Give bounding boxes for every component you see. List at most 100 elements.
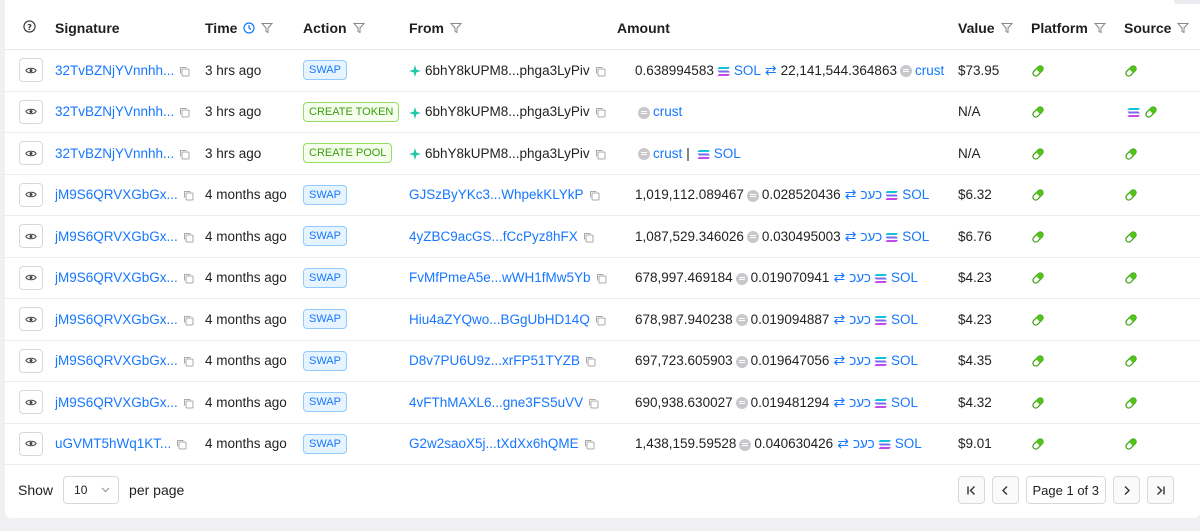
copy-icon[interactable] <box>579 436 595 451</box>
token-out-link[interactable]: SOL <box>902 187 929 202</box>
platform-pill-icon[interactable] <box>1031 63 1045 78</box>
copy-icon[interactable] <box>171 436 187 451</box>
platform-pill-icon[interactable] <box>1031 187 1045 202</box>
copy-icon[interactable] <box>178 353 194 368</box>
table-row[interactable]: jM9S6QRVXGbGx... 4 months ago SWAP 4vFThMAX… <box>5 381 1200 424</box>
copy-icon[interactable] <box>590 63 606 78</box>
copy-icon[interactable] <box>174 63 190 78</box>
signature-link[interactable]: 32TvBZNjYVnnhh... <box>55 104 174 119</box>
table-row[interactable]: uGVMT5hWq1KT... 4 months ago SWAP G2w2saoX5… <box>5 423 1200 465</box>
signature-link[interactable]: jM9S6QRVXGbGx... <box>55 187 178 202</box>
filter-icon[interactable] <box>352 22 365 34</box>
view-button[interactable] <box>19 307 43 332</box>
page-size-select[interactable]: 10 <box>63 476 120 504</box>
token-in-link[interactable]: כעכ <box>853 436 875 451</box>
platform-pill-icon[interactable] <box>1031 104 1045 119</box>
platform-pill-icon[interactable] <box>1031 353 1045 368</box>
table-row[interactable]: jM9S6QRVXGbGx... 4 months ago SWAP GJSzByYK… <box>5 174 1200 216</box>
token-a-link[interactable]: crust <box>653 146 682 161</box>
platform-pill-icon[interactable] <box>1124 312 1138 327</box>
table-row[interactable]: 32TvBZNjYVnnhh... 3 hrs ago SWAP 6bhY8kUPM8… <box>5 49 1200 92</box>
signature-link[interactable]: jM9S6QRVXGbGx... <box>55 270 178 285</box>
column-time[interactable]: Time <box>205 6 303 50</box>
platform-pill-icon[interactable] <box>1144 104 1158 119</box>
token-in-link[interactable]: כעכ <box>849 312 871 327</box>
column-value[interactable]: Value <box>958 6 1031 50</box>
copy-icon[interactable] <box>583 395 599 410</box>
signature-link[interactable]: 32TvBZNjYVnnhh... <box>55 146 174 161</box>
signature-link[interactable]: jM9S6QRVXGbGx... <box>55 229 178 244</box>
signature-link[interactable]: 32TvBZNjYVnnhh... <box>55 63 174 78</box>
column-platform[interactable]: Platform <box>1031 6 1124 50</box>
table-row[interactable]: jM9S6QRVXGbGx... 4 months ago SWAP Hiu4aZYQ… <box>5 298 1200 341</box>
copy-icon[interactable] <box>174 104 190 119</box>
copy-icon[interactable] <box>590 312 606 327</box>
copy-icon[interactable] <box>178 187 194 202</box>
column-action[interactable]: Action <box>303 6 409 50</box>
copy-icon[interactable] <box>584 187 600 202</box>
token-out-link[interactable]: SOL <box>891 312 918 327</box>
table-row[interactable]: jM9S6QRVXGbGx... 4 months ago SWAP 4yZBC9ac… <box>5 215 1200 258</box>
platform-pill-icon[interactable] <box>1124 436 1138 451</box>
last-page-button[interactable] <box>1147 476 1174 504</box>
platform-pill-icon[interactable] <box>1124 229 1138 244</box>
platform-pill-icon[interactable] <box>1031 436 1045 451</box>
from-address-link[interactable]: 4yZBC9acGS...fCcPyz8hFX <box>409 229 578 244</box>
token-out-link[interactable]: SOL <box>891 395 918 410</box>
signature-link[interactable]: jM9S6QRVXGbGx... <box>55 312 178 327</box>
platform-pill-icon[interactable] <box>1124 353 1138 368</box>
copy-icon[interactable] <box>591 270 607 285</box>
copy-icon[interactable] <box>590 146 606 161</box>
platform-pill-icon[interactable] <box>1031 229 1045 244</box>
next-page-button[interactable] <box>1113 476 1140 504</box>
platform-pill-icon[interactable] <box>1031 312 1045 327</box>
filter-icon[interactable] <box>1093 22 1106 34</box>
copy-icon[interactable] <box>178 270 194 285</box>
view-button[interactable] <box>19 99 43 124</box>
view-button[interactable] <box>19 224 43 249</box>
view-button[interactable] <box>19 141 43 166</box>
copy-icon[interactable] <box>578 229 594 244</box>
copy-icon[interactable] <box>580 353 596 368</box>
from-address-link[interactable]: GJSzByYKc3...WhpekKLYkP <box>409 187 584 202</box>
signature-link[interactable]: uGVMT5hWq1KT... <box>55 436 171 451</box>
token-out-link[interactable]: SOL <box>891 353 918 368</box>
table-row[interactable]: 32TvBZNjYVnnhh... 3 hrs ago CREATE POOL 6bh… <box>5 132 1200 175</box>
from-address[interactable]: 6bhY8kUPM8...phga3LyPiv <box>425 104 590 119</box>
token-in-link[interactable]: SOL <box>734 63 761 78</box>
from-address[interactable]: 6bhY8kUPM8...phga3LyPiv <box>425 63 590 78</box>
prev-page-button[interactable] <box>991 476 1019 504</box>
first-page-button[interactable] <box>957 476 985 504</box>
view-button[interactable] <box>19 182 43 207</box>
filter-icon[interactable] <box>1177 22 1190 34</box>
copy-icon[interactable] <box>178 395 194 410</box>
platform-pill-icon[interactable] <box>1031 395 1045 410</box>
from-address-link[interactable]: D8v7PU6U9z...xrFP51TYZB <box>409 353 580 368</box>
signature-link[interactable]: jM9S6QRVXGbGx... <box>55 395 178 410</box>
copy-icon[interactable] <box>178 229 194 244</box>
info-icon[interactable]: ? <box>23 20 36 36</box>
filter-icon[interactable] <box>450 22 462 34</box>
platform-pill-icon[interactable] <box>1124 270 1138 285</box>
copy-icon[interactable] <box>174 146 190 161</box>
column-from[interactable]: From <box>409 6 617 50</box>
platform-pill-icon[interactable] <box>1124 63 1138 78</box>
clock-icon[interactable] <box>243 21 256 34</box>
token-out-link[interactable]: crust <box>915 63 944 78</box>
token-in-link[interactable]: כעכ <box>849 270 871 285</box>
from-address-link[interactable]: FvMfPmeA5e...wWH1fMw5Yb <box>409 270 591 285</box>
column-source[interactable]: Source <box>1124 6 1200 50</box>
filter-icon[interactable] <box>261 22 274 34</box>
from-address-link[interactable]: 4vFThMAXL6...gne3FS5uVV <box>409 395 583 410</box>
token-out-link[interactable]: SOL <box>895 436 922 451</box>
token-out-link[interactable]: SOL <box>902 229 929 244</box>
table-row[interactable]: 32TvBZNjYVnnhh... 3 hrs ago CREATE TOKEN 6b… <box>5 91 1200 133</box>
platform-pill-icon[interactable] <box>1124 395 1138 410</box>
token-in-link[interactable]: כעכ <box>849 353 871 368</box>
token-out-link[interactable]: SOL <box>891 270 918 285</box>
table-row[interactable]: jM9S6QRVXGbGx... 4 months ago SWAP D8v7PU6U… <box>5 340 1200 382</box>
signature-link[interactable]: jM9S6QRVXGbGx... <box>55 353 178 368</box>
table-row[interactable]: jM9S6QRVXGbGx... 4 months ago SWAP FvMfPmeA… <box>5 257 1200 299</box>
token-in-link[interactable]: כעכ <box>849 395 871 410</box>
token-in-link[interactable]: כעכ <box>860 187 882 202</box>
